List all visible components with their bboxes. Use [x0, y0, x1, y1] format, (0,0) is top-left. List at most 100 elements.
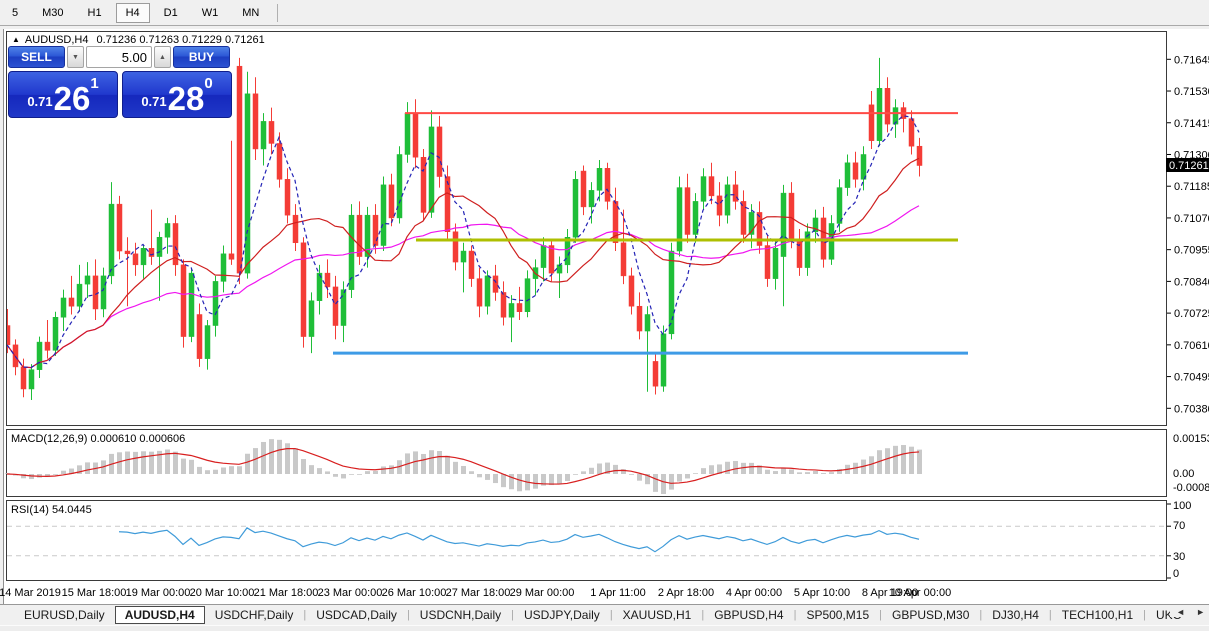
tab-eurusd-daily[interactable]: EURUSD,Daily — [14, 607, 115, 623]
tab-sp500-m15[interactable]: SP500,M15 — [796, 607, 879, 623]
macd-histogram-bar — [205, 470, 210, 474]
tab-xauusd-h1[interactable]: XAUUSD,H1 — [613, 607, 702, 623]
chart-title: ▲ AUDUSD,H4 0.71236 0.71263 0.71229 0.7126… — [12, 34, 265, 46]
volume-increase-button[interactable]: ▲ — [154, 46, 171, 68]
macd-histogram-bar — [813, 471, 818, 474]
timeframe-button-h1[interactable]: H1 — [78, 3, 112, 23]
macd-histogram-bar — [117, 452, 122, 474]
macd-histogram-bar — [197, 467, 202, 474]
macd-histogram-bar — [501, 474, 506, 487]
buy-price-prefix: 0.71 — [141, 94, 166, 109]
macd-histogram-bar — [341, 474, 346, 478]
macd-histogram-bar — [709, 465, 714, 474]
buy-button[interactable]: BUY — [173, 46, 230, 68]
time-axis-label: 23 Mar 00:00 — [318, 587, 383, 599]
one-click-trading-panel: SELL ▼ ▲ BUY 0.71 26 1 0.71 28 0 — [8, 46, 232, 118]
macd-histogram-bar — [701, 468, 706, 474]
macd-histogram-bar — [733, 461, 738, 474]
macd-histogram-bar — [61, 471, 66, 474]
sell-price-prefix: 0.71 — [27, 94, 52, 109]
price-axis-label: 0.70610 — [1174, 340, 1209, 352]
tab-usdchf-daily[interactable]: USDCHF,Daily — [205, 607, 304, 623]
macd-axis-max: 0.001538 — [1173, 433, 1209, 445]
tab-usdcad-daily[interactable]: USDCAD,Daily — [306, 607, 407, 623]
macd-histogram-bar — [229, 466, 234, 474]
tab-tech100-h1[interactable]: TECH100,H1 — [1052, 607, 1143, 623]
macd-histogram-bar — [181, 459, 186, 474]
tab-scroll-right-icon[interactable]: ► — [1196, 607, 1205, 617]
macd-indicator-label: MACD(12,26,9) 0.000610 0.000606 — [11, 433, 185, 445]
sell-price-pip: 1 — [90, 75, 98, 92]
macd-histogram-bar — [349, 474, 354, 475]
timeframe-button-w1[interactable]: W1 — [192, 3, 229, 23]
tab-usdjpy-daily[interactable]: USDJPY,Daily — [514, 607, 610, 623]
macd-histogram-bar — [285, 443, 290, 474]
tab-gbpusd-h4[interactable]: GBPUSD,H4 — [704, 607, 793, 623]
time-axis-label: 29 Mar 00:00 — [510, 587, 575, 599]
time-axis-label: 20 Mar 10:00 — [190, 587, 255, 599]
macd-histogram-bar — [461, 466, 466, 474]
timeframe-button-d1[interactable]: D1 — [154, 3, 188, 23]
macd-histogram-bar — [221, 467, 226, 474]
time-axis-label: 21 Mar 18:00 — [254, 587, 319, 599]
macd-histogram-bar — [773, 471, 778, 474]
rsi-axis-70: 70 — [1173, 520, 1185, 532]
macd-histogram-bar — [917, 450, 922, 474]
macd-histogram-bar — [789, 469, 794, 474]
macd-histogram-bar — [365, 471, 370, 474]
macd-histogram-bar — [261, 442, 266, 474]
tab-dj30-h4[interactable]: DJ30,H4 — [982, 607, 1049, 623]
time-axis-label: 26 Mar 10:00 — [382, 587, 447, 599]
rsi-indicator-label: RSI(14) 54.0445 — [11, 504, 92, 516]
timeframe-button-mn[interactable]: MN — [232, 3, 269, 23]
macd-histogram-bar — [477, 474, 482, 477]
sell-button[interactable]: SELL — [8, 46, 65, 68]
buy-price-main: 28 — [168, 84, 205, 114]
price-axis-label: 0.70725 — [1174, 308, 1209, 320]
toolbar-separator — [277, 4, 278, 22]
timeframe-button-m30[interactable]: M30 — [32, 3, 73, 23]
buy-price-button[interactable]: 0.71 28 0 — [122, 71, 232, 118]
tab-usdcnh-daily[interactable]: USDCNH,Daily — [410, 607, 511, 623]
timeframe-button-h4[interactable]: H4 — [116, 3, 150, 23]
macd-histogram-bar — [85, 462, 90, 474]
price-axis-label: 0.71530 — [1174, 86, 1209, 98]
price-axis-label: 0.71070 — [1174, 213, 1209, 225]
one-click-panel-arrow-icon[interactable]: ▲ — [12, 35, 20, 44]
macd-histogram-bar — [821, 473, 826, 474]
status-strip — [0, 625, 1209, 631]
macd-histogram-bar — [637, 474, 642, 481]
symbol-period-label: AUDUSD,H4 — [25, 34, 89, 46]
price-axis-label: 0.71415 — [1174, 118, 1209, 130]
volume-decrease-button[interactable]: ▼ — [67, 46, 84, 68]
price-axis-label: 0.70840 — [1174, 276, 1209, 288]
macd-histogram-bar — [421, 454, 426, 474]
macd-histogram-bar — [589, 468, 594, 474]
macd-histogram-bar — [133, 452, 138, 474]
price-axis-label: 0.70495 — [1174, 372, 1209, 384]
macd-histogram-bar — [765, 470, 770, 474]
timeframe-button-5[interactable]: 5 — [2, 3, 28, 23]
macd-histogram-bar — [573, 474, 578, 475]
rsi-axis-30: 30 — [1173, 551, 1185, 563]
tab-scroll-left-icon[interactable]: ◄ — [1176, 607, 1185, 617]
macd-axis-zero: 0.00 — [1173, 468, 1194, 480]
macd-histogram-bar — [253, 448, 258, 474]
tab-gbpusd-m30[interactable]: GBPUSD,M30 — [882, 607, 979, 623]
macd-histogram-bar — [565, 474, 570, 481]
ohlc-values: 0.71236 0.71263 0.71229 0.71261 — [97, 34, 265, 46]
macd-histogram-bar — [429, 450, 434, 474]
macd-histogram-bar — [325, 471, 330, 474]
macd-histogram-bar — [613, 465, 618, 474]
macd-histogram-bar — [901, 445, 906, 474]
price-axis-label: 0.71185 — [1174, 181, 1209, 193]
symbol-tab-bar: EURUSD,DailyAUDUSD,H4USDCHF,Daily|USDCAD… — [0, 604, 1209, 625]
macd-axis-min: -0.000835 — [1173, 482, 1209, 494]
macd-histogram-bar — [653, 474, 658, 492]
volume-input[interactable] — [86, 46, 152, 68]
tab-audusd-h4[interactable]: AUDUSD,H4 — [115, 606, 205, 624]
time-axis-label: 15 Mar 18:00 — [62, 587, 127, 599]
sell-price-button[interactable]: 0.71 26 1 — [8, 71, 118, 118]
macd-histogram-bar — [693, 473, 698, 474]
macd-histogram-bar — [629, 474, 634, 475]
